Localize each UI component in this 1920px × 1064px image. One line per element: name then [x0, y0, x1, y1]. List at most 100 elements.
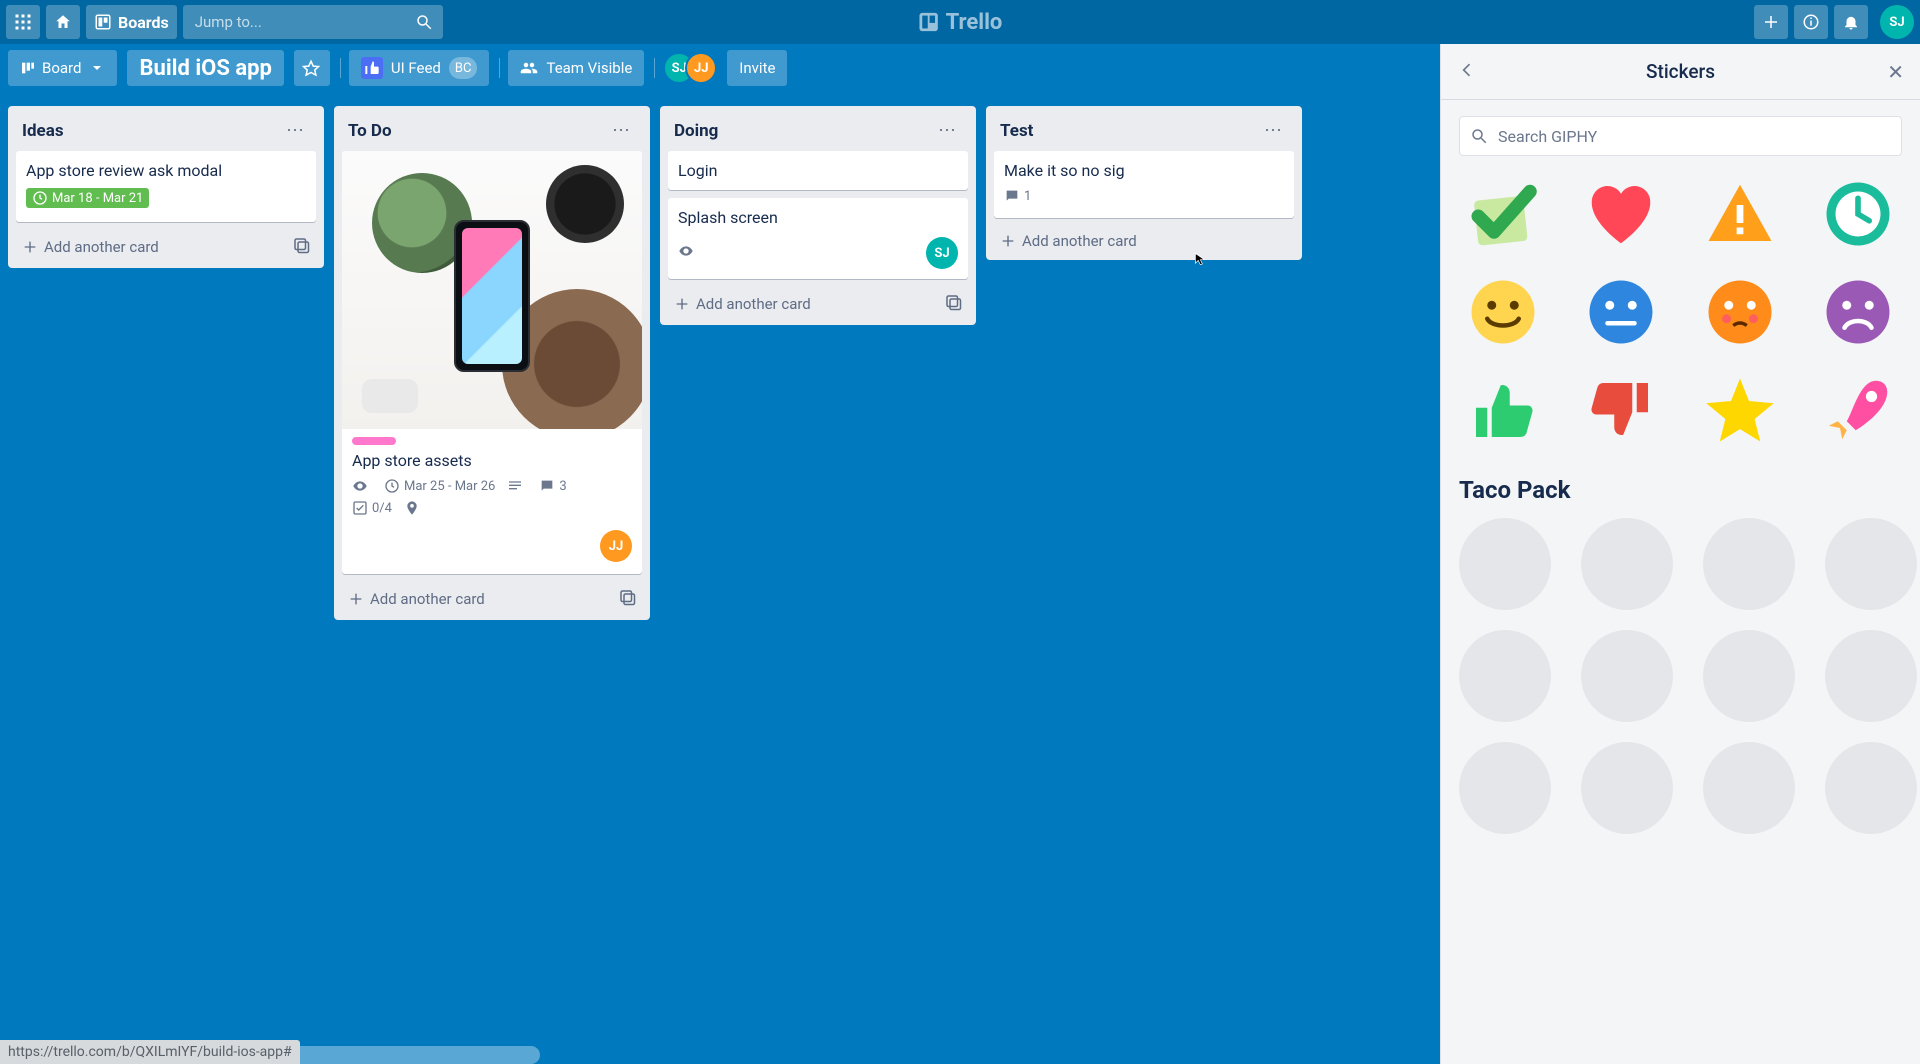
separator — [340, 58, 341, 78]
list-title[interactable]: Doing — [674, 121, 718, 141]
view-switcher[interactable]: Board — [8, 50, 117, 86]
add-card-label: Add another card — [44, 238, 159, 256]
add-card-label: Add another card — [696, 295, 811, 313]
list-doing: Doing ⋯ Login Splash screen SJ Add anoth… — [660, 106, 976, 325]
sticker-thumbs-down[interactable] — [1585, 374, 1657, 446]
card-template-button[interactable] — [618, 588, 636, 610]
sticker-grid — [1459, 178, 1902, 446]
card-cover-image — [342, 151, 642, 429]
sticker-placeholder[interactable] — [1459, 742, 1551, 834]
star-board-button[interactable] — [294, 50, 330, 86]
watch-icon — [352, 478, 372, 494]
sticker-thumbs-up[interactable] — [1467, 374, 1539, 446]
sticker-meh-blue[interactable] — [1585, 276, 1657, 348]
info-button[interactable] — [1794, 5, 1828, 39]
giphy-search[interactable] — [1459, 116, 1902, 156]
card[interactable]: Login — [668, 151, 968, 190]
trello-logo-text: Trello — [946, 10, 1003, 35]
list-title[interactable]: To Do — [348, 121, 392, 141]
sticker-embarrassed-orange[interactable] — [1704, 276, 1776, 348]
list-test: Test ⋯ Make it so no sig 1 Add another c… — [986, 106, 1302, 260]
panel-close-button[interactable]: ✕ — [1881, 54, 1910, 90]
trello-logo[interactable]: Trello — [918, 0, 1003, 44]
sticker-smile-yellow[interactable] — [1467, 276, 1539, 348]
thumbs-up-icon — [361, 57, 383, 79]
card-member-avatar[interactable]: SJ — [926, 237, 958, 269]
due-date-badge: Mar 25 - Mar 26 — [384, 478, 495, 494]
sticker-placeholder[interactable] — [1459, 630, 1551, 722]
view-switcher-label: Board — [42, 59, 81, 77]
visibility-button[interactable]: Team Visible — [508, 50, 644, 86]
board-name-text: Build iOS app — [139, 56, 271, 81]
comments-badge: 3 — [539, 478, 566, 494]
global-search-input[interactable] — [193, 12, 415, 32]
sticker-placeholder[interactable] — [1581, 742, 1673, 834]
card-label-pink[interactable] — [352, 437, 396, 445]
sticker-placeholder[interactable] — [1703, 742, 1795, 834]
panel-title: Stickers — [1646, 60, 1715, 83]
card-member-avatar[interactable]: JJ — [600, 530, 632, 562]
card-title: App store assets — [352, 451, 632, 470]
sticker-rocket[interactable] — [1822, 374, 1894, 446]
sticker-frown-purple[interactable] — [1822, 276, 1894, 348]
card-title: Splash screen — [678, 208, 958, 227]
sticker-placeholder[interactable] — [1825, 630, 1917, 722]
boards-button-label: Boards — [118, 13, 169, 32]
visibility-label: Team Visible — [546, 59, 632, 77]
list-menu-button[interactable]: ⋯ — [280, 118, 310, 143]
user-avatar[interactable]: SJ — [1880, 5, 1914, 39]
add-card-button[interactable]: Add another card — [22, 238, 159, 256]
sticker-clock[interactable] — [1822, 178, 1894, 250]
list-menu-button[interactable]: ⋯ — [606, 118, 636, 143]
card-template-button[interactable] — [292, 236, 310, 258]
stickers-panel: Stickers ✕ — [1440, 44, 1920, 1064]
sticker-placeholder[interactable] — [1703, 518, 1795, 610]
card[interactable]: App store review ask modal Mar 18 - Mar … — [16, 151, 316, 222]
board-name[interactable]: Build iOS app — [127, 50, 283, 86]
card-title: Login — [678, 161, 958, 180]
invite-label: Invite — [739, 59, 775, 77]
panel-back-button[interactable] — [1451, 54, 1483, 90]
add-card-label: Add another card — [1022, 232, 1137, 250]
sticker-heart[interactable] — [1585, 178, 1657, 250]
card[interactable]: Splash screen SJ — [668, 198, 968, 279]
list-menu-button[interactable]: ⋯ — [1258, 118, 1288, 143]
uifeed-label: UI Feed — [391, 59, 441, 77]
card-title: App store review ask modal — [26, 161, 306, 180]
invite-button[interactable]: Invite — [727, 50, 787, 86]
create-button[interactable] — [1754, 5, 1788, 39]
sticker-warning[interactable] — [1704, 178, 1776, 250]
board-members[interactable]: SJ JJ — [663, 52, 717, 84]
notifications-button[interactable] — [1834, 5, 1868, 39]
card-template-button[interactable] — [944, 293, 962, 315]
list-title[interactable]: Ideas — [22, 121, 64, 141]
status-url-bar: https://trello.com/b/QXILmIYF/build-ios-… — [0, 1040, 300, 1064]
sticker-placeholder[interactable] — [1703, 630, 1795, 722]
apps-launcher-button[interactable] — [6, 5, 40, 39]
list-menu-button[interactable]: ⋯ — [932, 118, 962, 143]
separator — [654, 58, 655, 78]
list-ideas: Ideas ⋯ App store review ask modal Mar 1… — [8, 106, 324, 268]
boards-button[interactable]: Boards — [86, 5, 177, 39]
add-card-button[interactable]: Add another card — [674, 295, 811, 313]
sticker-placeholder[interactable] — [1825, 742, 1917, 834]
card[interactable]: App store assets Mar 25 - Mar 26 3 — [342, 151, 642, 574]
sticker-check[interactable] — [1467, 178, 1539, 250]
add-card-button[interactable]: Add another card — [348, 590, 485, 608]
global-search[interactable] — [183, 5, 443, 39]
card[interactable]: Make it so no sig 1 — [994, 151, 1294, 218]
powerup-uifeed-button[interactable]: UI Feed BC — [349, 50, 490, 86]
list-title[interactable]: Test — [1000, 121, 1033, 141]
sticker-placeholder[interactable] — [1825, 518, 1917, 610]
sticker-placeholder[interactable] — [1581, 518, 1673, 610]
member-avatar[interactable]: JJ — [685, 52, 717, 84]
sticker-placeholder[interactable] — [1459, 518, 1551, 610]
add-card-button[interactable]: Add another card — [1000, 232, 1137, 250]
user-avatar-initials: SJ — [1889, 15, 1904, 30]
home-button[interactable] — [46, 5, 80, 39]
watch-icon — [678, 243, 698, 259]
sticker-placeholder[interactable] — [1581, 630, 1673, 722]
sticker-star[interactable] — [1704, 374, 1776, 446]
location-icon — [404, 500, 424, 516]
giphy-search-input[interactable] — [1496, 126, 1891, 147]
